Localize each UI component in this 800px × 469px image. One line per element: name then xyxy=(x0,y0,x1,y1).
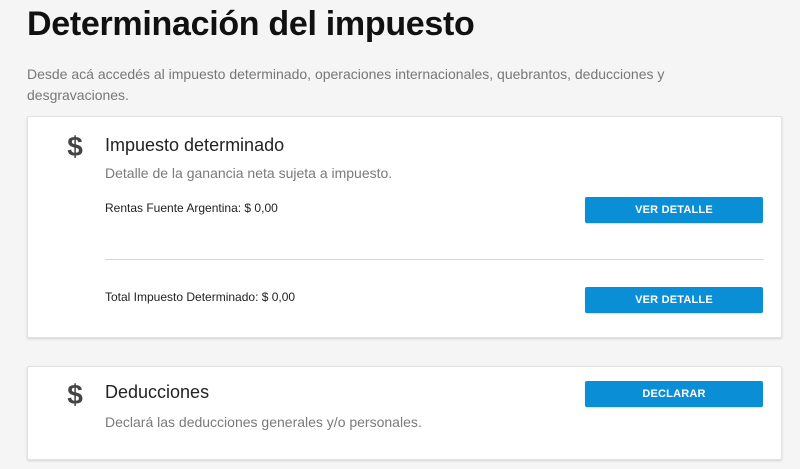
card-subtitle: Declará las deducciones generales y/o pe… xyxy=(105,414,422,430)
rentas-fuente-argentina-text: Rentas Fuente Argentina: $ 0,00 xyxy=(105,201,278,215)
card-title: Impuesto determinado xyxy=(105,135,285,155)
deducciones-card: $ Deducciones Declará las deducciones ge… xyxy=(27,366,782,460)
page-description: Desde acá accedés al impuesto determinad… xyxy=(27,66,665,103)
dollar-icon: $ xyxy=(67,131,83,162)
page-title: Determinación del impuesto xyxy=(27,5,475,43)
total-impuesto-determinado-text: Total Impuesto Determinado: $ 0,00 xyxy=(105,290,296,304)
impuesto-determinado-card: $ Impuesto determinado Detalle de la gan… xyxy=(27,116,782,338)
card-subtitle: Detalle de la ganancia neta sujeta a imp… xyxy=(105,165,393,181)
ver-detalle-total-button[interactable]: VER DETALLE xyxy=(585,287,763,313)
ver-detalle-rentas-button[interactable]: VER DETALLE xyxy=(585,197,763,223)
declarar-button[interactable]: DECLARAR xyxy=(585,381,763,407)
card-title: Deducciones xyxy=(105,382,210,402)
dollar-icon: $ xyxy=(67,379,83,410)
divider xyxy=(105,259,764,260)
